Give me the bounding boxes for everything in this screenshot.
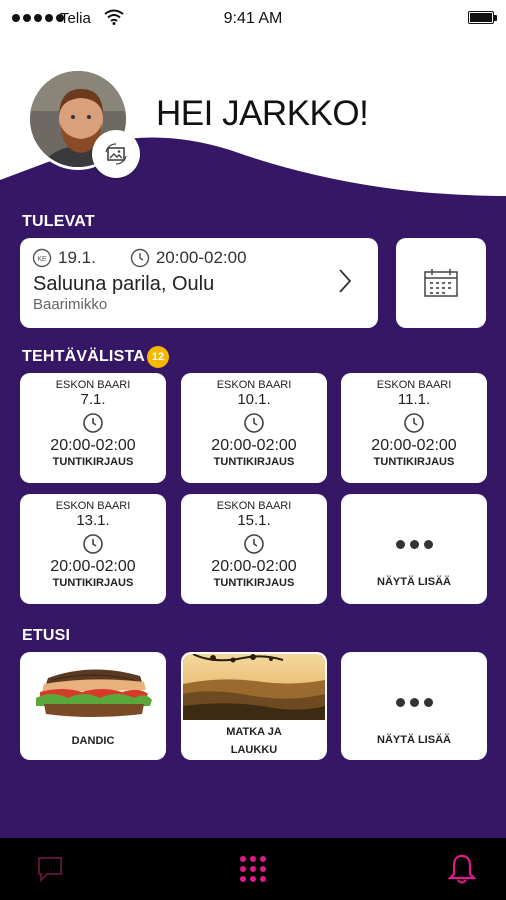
task-hours: 20:00-02:00 xyxy=(371,437,457,454)
tasks-section-title: TEHTÄVÄLISTA xyxy=(22,348,145,365)
show-more-label: NÄYTÄ LISÄÄ xyxy=(377,576,451,588)
clock-icon xyxy=(404,413,424,433)
greeting-title: HEI JARKKO! xyxy=(156,94,369,133)
task-kind: TUNTIKIRJAUS xyxy=(373,456,455,468)
task-card[interactable]: ESKON BAARI 7.1. 20:00-02:00 TUNTIKIRJAU… xyxy=(20,373,166,483)
calendar-button[interactable] xyxy=(396,238,486,328)
show-more-label: NÄYTÄ LISÄÄ xyxy=(377,734,451,746)
task-hours: 20:00-02:00 xyxy=(211,437,297,454)
benefit-label: DANDIC xyxy=(71,735,115,747)
grid-menu-icon xyxy=(240,856,266,882)
task-date: 13.1. xyxy=(76,512,110,529)
battery-icon xyxy=(468,11,497,24)
upcoming-section-title: TULEVAT xyxy=(22,213,95,230)
landscape-image xyxy=(183,654,325,720)
task-hours: 20:00-02:00 xyxy=(50,558,136,575)
task-date: 10.1. xyxy=(237,391,271,408)
chat-icon xyxy=(38,857,62,883)
benefits-section-title: ETUSI xyxy=(22,627,71,644)
clock-icon xyxy=(130,248,150,268)
event-role: Baarimikko xyxy=(33,296,108,313)
clock-icon xyxy=(244,534,264,554)
change-photo-icon xyxy=(105,143,127,165)
task-kind: TUNTIKIRJAUS xyxy=(52,456,134,468)
sandwich-image xyxy=(22,654,164,720)
clock-time: 9:41 AM xyxy=(223,10,283,27)
benefit-label-line: LAUKKU xyxy=(230,744,278,756)
more-dots-icon xyxy=(396,540,433,549)
task-hours: 20:00-02:00 xyxy=(50,437,136,454)
tab-notifications[interactable] xyxy=(432,838,492,900)
task-hours: 20:00-02:00 xyxy=(211,558,297,575)
task-kind: TUNTIKIRJAUS xyxy=(52,577,134,589)
task-kind: TUNTIKIRJAUS xyxy=(213,456,295,468)
tab-menu[interactable] xyxy=(223,838,283,900)
event-time: 20:00-02:00 xyxy=(155,248,247,267)
tasks-show-more-button[interactable]: NÄYTÄ LISÄÄ xyxy=(341,494,487,604)
task-kind: TUNTIKIRJAUS xyxy=(213,577,295,589)
event-place: Saluuna parila, Oulu xyxy=(33,273,215,295)
task-date: 15.1. xyxy=(237,512,271,529)
task-card[interactable]: ESKON BAARI 13.1. 20:00-02:00 TUNTIKIRJA… xyxy=(20,494,166,604)
task-card[interactable]: ESKON BAARI 10.1. 20:00-02:00 TUNTIKIRJA… xyxy=(181,373,327,483)
upcoming-event-card[interactable]: KE 19.1. 20:00-02:00 Saluuna parila, Oul… xyxy=(20,238,378,328)
weekday-icon: KE xyxy=(32,248,52,268)
event-date: 19.1. xyxy=(58,248,96,267)
task-venue: ESKON BAARI xyxy=(55,379,131,391)
task-card[interactable]: ESKON BAARI 11.1. 20:00-02:00 TUNTIKIRJA… xyxy=(341,373,487,483)
clock-icon xyxy=(83,413,103,433)
clock-icon xyxy=(83,534,103,554)
task-venue: ESKON BAARI xyxy=(376,379,452,391)
task-venue: ESKON BAARI xyxy=(216,379,292,391)
task-date: 7.1. xyxy=(80,391,106,408)
tab-messages[interactable] xyxy=(20,838,80,900)
clock-icon xyxy=(244,413,264,433)
bell-icon xyxy=(447,854,477,884)
change-photo-button[interactable] xyxy=(92,130,140,178)
benefit-card[interactable]: DANDIC xyxy=(20,652,166,760)
task-card[interactable]: ESKON BAARI 15.1. 20:00-02:00 TUNTIKIRJA… xyxy=(181,494,327,604)
calendar-icon xyxy=(424,269,458,297)
task-venue: ESKON BAARI xyxy=(55,500,131,512)
svg-text:KE: KE xyxy=(37,256,47,263)
status-bar: Telia 9:41 AM xyxy=(0,0,506,40)
bottom-tab-bar xyxy=(0,838,506,900)
benefit-card[interactable]: MATKA JA LAUKKU xyxy=(181,652,327,760)
task-venue: ESKON BAARI xyxy=(216,500,292,512)
chevron-right-icon xyxy=(339,269,352,293)
benefits-show-more-button[interactable]: NÄYTÄ LISÄÄ xyxy=(341,652,487,760)
benefit-label: MATKA JA LAUKKU xyxy=(189,723,319,759)
task-date: 11.1. xyxy=(397,391,431,408)
benefit-label-line: MATKA JA xyxy=(226,726,282,738)
more-dots-icon xyxy=(396,698,433,707)
tasks-count-badge: 12 xyxy=(147,346,169,368)
